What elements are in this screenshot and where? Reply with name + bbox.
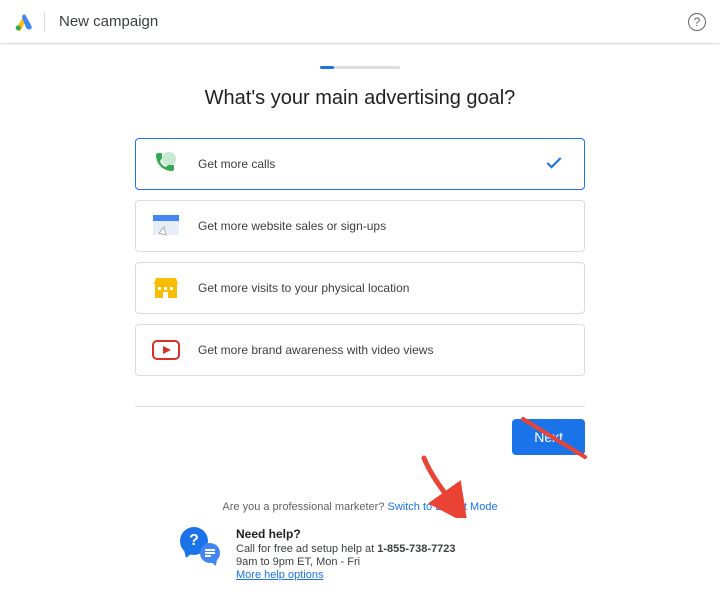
expert-mode-promo: Are you a professional marketer? Switch …	[60, 501, 660, 513]
option-label: Get more visits to your physical locatio…	[198, 281, 409, 295]
more-help-link[interactable]: More help options	[236, 569, 323, 581]
main-content: What's your main advertising goal? Get m…	[0, 44, 720, 582]
progress-fill	[320, 66, 334, 69]
chat-bubbles-icon: ?	[180, 527, 224, 563]
option-get-more-calls[interactable]: Get more calls	[135, 138, 585, 190]
switch-expert-mode-link[interactable]: Switch to Expert Mode	[388, 501, 498, 513]
option-label: Get more brand awareness with video view…	[198, 343, 433, 357]
header-divider	[44, 12, 45, 32]
option-label: Get more website sales or sign-ups	[198, 219, 386, 233]
help-title: Need help?	[236, 527, 456, 541]
next-button[interactable]: Next	[512, 419, 585, 455]
header-bar: New campaign ?	[0, 0, 720, 44]
promo-question: Are you a professional marketer?	[222, 501, 387, 513]
page-title: New campaign	[59, 13, 158, 30]
help-phone-number: 1-855-738-7723	[377, 543, 455, 555]
progress-bar	[320, 66, 400, 69]
question-heading: What's your main advertising goal?	[60, 87, 660, 110]
help-line-phone: Call for free ad setup help at 1-855-738…	[236, 543, 456, 555]
store-icon	[152, 277, 180, 299]
video-icon	[152, 339, 180, 361]
option-physical-location[interactable]: Get more visits to your physical locatio…	[135, 262, 585, 314]
check-icon	[544, 153, 564, 176]
help-hours: 9am to 9pm ET, Mon - Fri	[236, 556, 456, 568]
option-label: Get more calls	[198, 157, 275, 171]
browser-icon	[152, 215, 180, 237]
phone-icon	[152, 153, 180, 175]
section-divider	[135, 406, 585, 407]
ads-logo-icon	[14, 12, 34, 32]
help-block: ? Need help? Call for free ad setup help…	[180, 527, 540, 582]
option-website-sales[interactable]: Get more website sales or sign-ups	[135, 200, 585, 252]
help-icon[interactable]: ?	[688, 13, 706, 31]
goal-options: Get more calls Get more website sales or…	[135, 138, 585, 376]
option-video-views[interactable]: Get more brand awareness with video view…	[135, 324, 585, 376]
